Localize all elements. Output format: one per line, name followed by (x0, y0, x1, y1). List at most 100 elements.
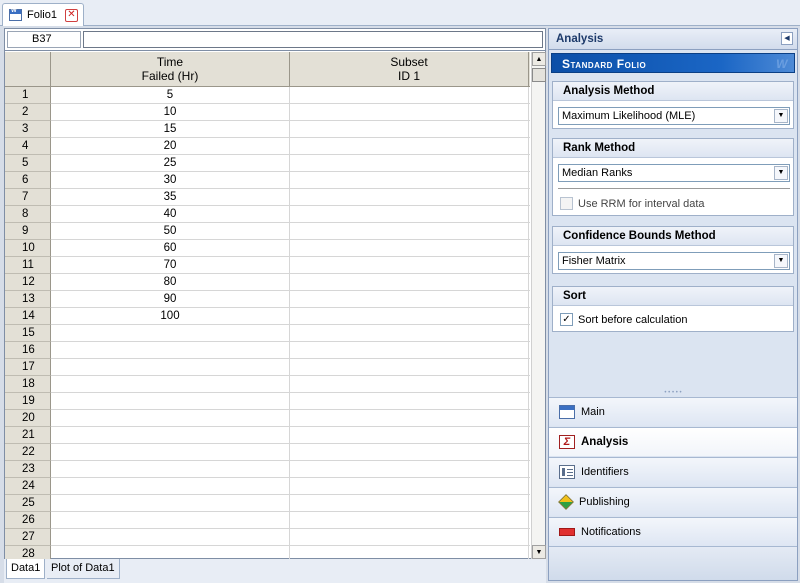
cell-time-failed[interactable]: 15 (51, 121, 290, 138)
cell-subset-id[interactable] (290, 393, 529, 410)
cell-time-failed[interactable]: 50 (51, 223, 290, 240)
row-header[interactable]: 24 (5, 478, 51, 495)
cell-time-failed[interactable]: 70 (51, 257, 290, 274)
scroll-down-icon[interactable]: ▼ (532, 545, 546, 559)
cell-subset-id[interactable] (290, 189, 529, 206)
column-header-subset-id[interactable]: Subset ID 1 (290, 52, 529, 87)
row-header[interactable]: 13 (5, 291, 51, 308)
cell-subset-id[interactable] (290, 376, 529, 393)
rank-method-select[interactable]: Median Ranks ▼ (558, 164, 790, 182)
row-header[interactable]: 25 (5, 495, 51, 512)
cell-time-failed[interactable]: 90 (51, 291, 290, 308)
cell-time-failed[interactable] (51, 376, 290, 393)
sheet-tab-data1[interactable]: Data1 (6, 559, 46, 579)
cell-subset-id[interactable] (290, 529, 529, 546)
cell-time-failed[interactable] (51, 495, 290, 512)
scroll-thumb[interactable] (532, 68, 546, 82)
cell-subset-id[interactable] (290, 104, 529, 121)
use-rrm-checkbox[interactable] (560, 197, 573, 210)
cell-time-failed[interactable]: 30 (51, 172, 290, 189)
cell-subset-id[interactable] (290, 461, 529, 478)
cell-time-failed[interactable] (51, 427, 290, 444)
cell-subset-id[interactable] (290, 121, 529, 138)
cell-subset-id[interactable] (290, 240, 529, 257)
cell-time-failed[interactable] (51, 393, 290, 410)
cell-time-failed[interactable] (51, 478, 290, 495)
cell-reference-box[interactable]: B37 (7, 31, 81, 48)
row-header[interactable]: 6 (5, 172, 51, 189)
cell-time-failed[interactable]: 10 (51, 104, 290, 121)
cell-time-failed[interactable]: 20 (51, 138, 290, 155)
row-header[interactable]: 23 (5, 461, 51, 478)
row-header[interactable]: 20 (5, 410, 51, 427)
cell-subset-id[interactable] (290, 444, 529, 461)
cell-time-failed[interactable] (51, 546, 290, 559)
cell-time-failed[interactable]: 60 (51, 240, 290, 257)
cell-time-failed[interactable] (51, 359, 290, 376)
chevron-down-icon[interactable]: ▼ (774, 109, 788, 123)
cell-time-failed[interactable]: 35 (51, 189, 290, 206)
panel-splitter[interactable]: • • • • • (549, 390, 797, 396)
row-header[interactable]: 1 (5, 87, 51, 104)
analysis-method-select[interactable]: Maximum Likelihood (MLE) ▼ (558, 107, 790, 125)
cell-subset-id[interactable] (290, 172, 529, 189)
cell-subset-id[interactable] (290, 206, 529, 223)
cell-subset-id[interactable] (290, 325, 529, 342)
row-header[interactable]: 19 (5, 393, 51, 410)
column-header-time-failed[interactable]: Time Failed (Hr) (51, 52, 290, 87)
cell-subset-id[interactable] (290, 155, 529, 172)
cell-subset-id[interactable] (290, 291, 529, 308)
cell-time-failed[interactable]: 5 (51, 87, 290, 104)
cell-subset-id[interactable] (290, 478, 529, 495)
cell-time-failed[interactable] (51, 410, 290, 427)
cell-time-failed[interactable] (51, 512, 290, 529)
cell-time-failed[interactable]: 40 (51, 206, 290, 223)
tab-folio1[interactable]: W Folio1 ✕ (2, 3, 84, 26)
nav-analysis[interactable]: Σ Analysis (549, 427, 797, 456)
row-header[interactable]: 28 (5, 546, 51, 559)
row-header[interactable]: 21 (5, 427, 51, 444)
cell-subset-id[interactable] (290, 308, 529, 325)
cell-time-failed[interactable]: 80 (51, 274, 290, 291)
cell-subset-id[interactable] (290, 410, 529, 427)
cell-subset-id[interactable] (290, 512, 529, 529)
nav-identifiers[interactable]: Identifiers (549, 457, 797, 486)
nav-notifications[interactable]: Notifications (549, 517, 797, 546)
row-header[interactable]: 27 (5, 529, 51, 546)
use-rrm-option[interactable]: Use RRM for interval data (560, 197, 705, 210)
collapse-panel-icon[interactable]: ◀ (781, 32, 793, 45)
vertical-scrollbar[interactable]: ▲ ▼ (531, 52, 546, 559)
cell-subset-id[interactable] (290, 87, 529, 104)
cell-subset-id[interactable] (290, 138, 529, 155)
cell-time-failed[interactable] (51, 342, 290, 359)
close-icon[interactable]: ✕ (64, 8, 78, 22)
cell-subset-id[interactable] (290, 427, 529, 444)
row-header[interactable]: 5 (5, 155, 51, 172)
row-header[interactable]: 2 (5, 104, 51, 121)
row-header[interactable]: 18 (5, 376, 51, 393)
cell-subset-id[interactable] (290, 223, 529, 240)
scroll-up-icon[interactable]: ▲ (532, 52, 546, 66)
row-header[interactable]: 22 (5, 444, 51, 461)
cell-subset-id[interactable] (290, 342, 529, 359)
confidence-bounds-select[interactable]: Fisher Matrix ▼ (558, 252, 790, 270)
row-header[interactable]: 26 (5, 512, 51, 529)
row-header[interactable]: 10 (5, 240, 51, 257)
nav-main[interactable]: Main (549, 397, 797, 426)
cell-time-failed[interactable] (51, 325, 290, 342)
cell-subset-id[interactable] (290, 495, 529, 512)
cell-subset-id[interactable] (290, 257, 529, 274)
cell-time-failed[interactable] (51, 529, 290, 546)
row-header[interactable]: 4 (5, 138, 51, 155)
row-header[interactable]: 17 (5, 359, 51, 376)
cell-time-failed[interactable]: 100 (51, 308, 290, 325)
row-header[interactable]: 8 (5, 206, 51, 223)
row-header[interactable]: 16 (5, 342, 51, 359)
sort-option[interactable]: ✓ Sort before calculation (560, 313, 687, 326)
chevron-down-icon[interactable]: ▼ (774, 166, 788, 180)
cell-subset-id[interactable] (290, 359, 529, 376)
cell-subset-id[interactable] (290, 546, 529, 559)
sort-checkbox[interactable]: ✓ (560, 313, 573, 326)
chevron-down-icon[interactable]: ▼ (774, 254, 788, 268)
nav-publishing[interactable]: Publishing (549, 487, 797, 516)
